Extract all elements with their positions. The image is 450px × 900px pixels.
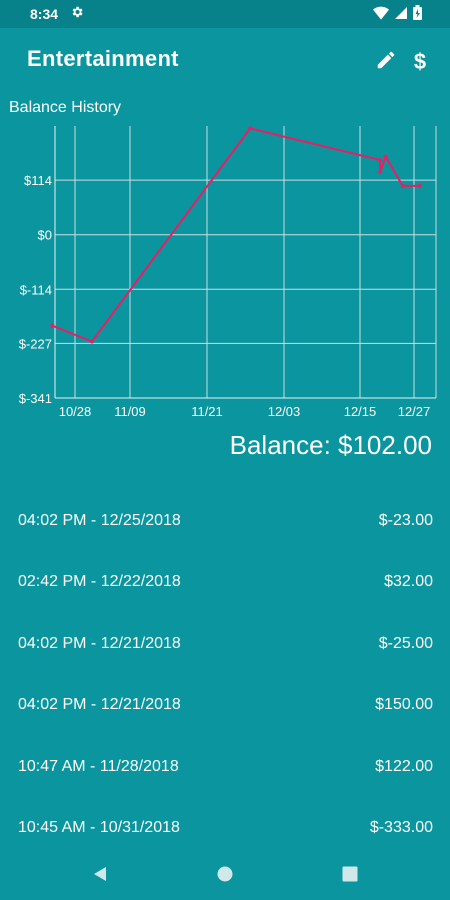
transaction-datetime: 04:02 PM - 12/21/2018: [18, 696, 181, 714]
transaction-amount: $-23.00: [378, 511, 433, 529]
transaction-row[interactable]: 04:02 PM - 12/21/2018 $-25.00: [0, 613, 450, 675]
data-point: [378, 169, 383, 174]
pencil-icon: [375, 49, 397, 76]
app-bar: Entertainment $: [0, 28, 450, 92]
data-point: [50, 323, 55, 328]
transaction-amount: $-333.00: [369, 819, 433, 837]
transaction-datetime: 10:45 AM - 10/31/2018: [18, 819, 180, 837]
currency-button[interactable]: $: [406, 48, 434, 76]
recents-button[interactable]: [342, 866, 358, 887]
x-tick-label: 12/15: [344, 404, 377, 419]
y-tick-label: $-114: [20, 282, 52, 297]
transaction-datetime: 02:42 PM - 12/22/2018: [18, 573, 181, 591]
edit-button[interactable]: [372, 48, 400, 76]
wifi-icon: [373, 6, 389, 23]
signal-icon: [395, 6, 407, 22]
back-icon: [92, 867, 108, 886]
status-time: 8:34: [30, 6, 59, 22]
transaction-amount: $32.00: [384, 573, 433, 591]
y-tick-label: $-341: [19, 391, 52, 406]
home-button[interactable]: [217, 866, 233, 887]
data-point: [400, 183, 405, 188]
x-tick-label: 11/21: [191, 404, 223, 419]
transaction-amount: $-25.00: [378, 634, 433, 652]
balance-label: Balance: $102.00: [229, 430, 432, 460]
page-title: Entertainment: [27, 46, 179, 71]
home-icon: [217, 866, 233, 886]
transaction-row[interactable]: 10:47 AM - 11/28/2018 $122.00: [0, 736, 450, 798]
x-tick-label: 11/09: [114, 404, 146, 419]
y-tick-label: $114: [24, 173, 52, 188]
transaction-row[interactable]: 04:02 PM - 12/21/2018 $150.00: [0, 675, 450, 737]
balance-history-chart: $114 $0 $-114 $-227 $-341 10/28 11/09 11/21 12/0…: [19, 126, 437, 419]
x-tick-label: 10/28: [59, 404, 92, 419]
transaction-amount: $150.00: [375, 696, 433, 714]
transaction-list: 04:02 PM - 12/25/2018 $-23.00 02:42 PM - 1…: [0, 490, 450, 859]
data-point: [378, 158, 383, 162]
transaction-row[interactable]: 02:42 PM - 12/22/2018 $32.00: [0, 552, 450, 614]
transaction-datetime: 10:47 AM - 11/28/2018: [18, 757, 179, 775]
gear-icon: [70, 5, 84, 22]
data-point: [248, 126, 253, 131]
data-point: [383, 154, 388, 159]
data-point: [417, 183, 422, 188]
y-tick-label: $-227: [19, 336, 52, 351]
data-point: [89, 339, 94, 344]
navigation-bar: [0, 850, 450, 900]
battery-icon: [413, 5, 422, 23]
status-bar: 8:34: [0, 0, 450, 28]
transaction-datetime: 04:02 PM - 12/21/2018: [18, 634, 181, 652]
back-button[interactable]: [92, 866, 108, 887]
transaction-datetime: 04:02 PM - 12/25/2018: [18, 511, 181, 529]
x-tick-label: 12/03: [268, 404, 301, 419]
x-tick-label: 12/27: [398, 404, 431, 419]
transaction-amount: $122.00: [375, 757, 433, 775]
y-tick-label: $0: [38, 228, 52, 243]
transaction-row[interactable]: 04:02 PM - 12/25/2018 $-23.00: [0, 490, 450, 552]
recents-icon: [342, 866, 358, 886]
chart-title: Balance History: [9, 99, 122, 116]
